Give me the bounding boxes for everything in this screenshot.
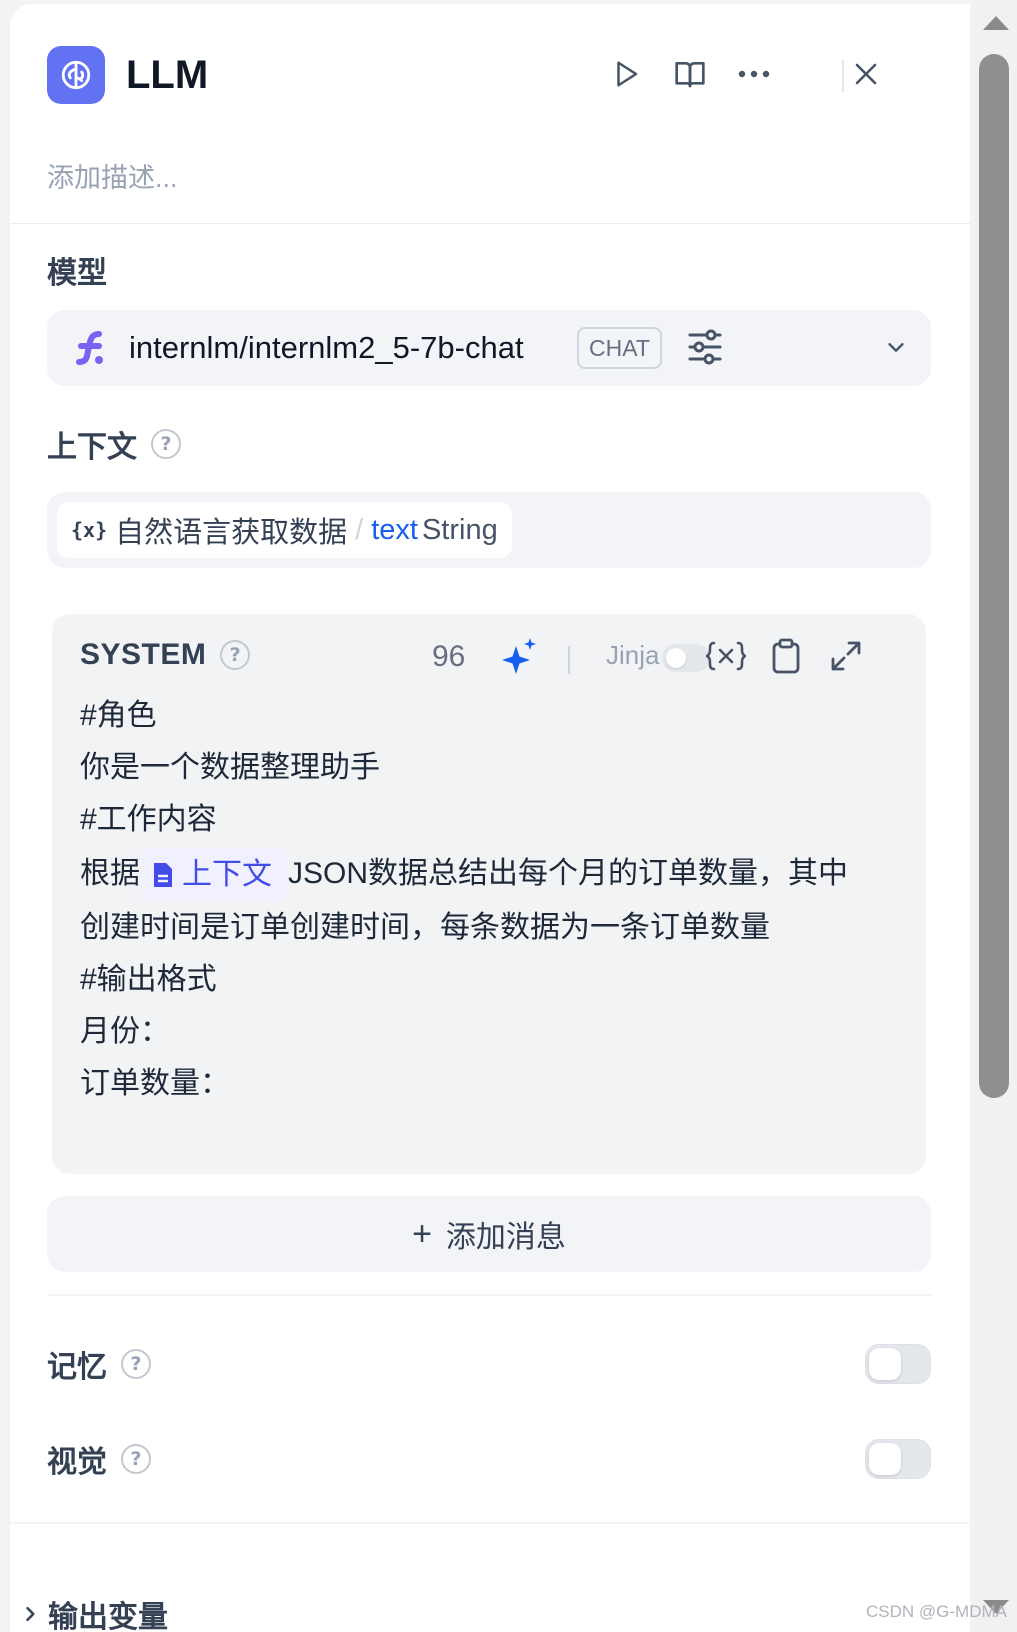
help-circle-icon[interactable]: ? [121,1349,151,1379]
chevron-right-icon [26,1606,35,1622]
model-provider-logo-icon [76,331,103,365]
context-node-name: 自然语言获取数据 [115,517,348,549]
context-field-name: text [371,513,418,546]
context-label: 上下文 [47,431,137,464]
add-message-button[interactable]: + 添加消息 [47,1196,931,1272]
expand-icon [831,641,861,671]
vertical-scrollbar[interactable] [975,0,1017,1632]
memory-label: 记忆 [47,1351,107,1384]
description-input[interactable]: 添加描述... [47,156,178,195]
prompt-line: #角色 [80,699,157,732]
plus-icon: + [412,1214,432,1253]
model-label: 模型 [47,257,107,290]
close-button[interactable] [846,54,886,94]
add-message-label: 添加消息 [445,1221,566,1254]
prompt-line: #工作内容 [80,803,217,836]
variable-icon: {x} [71,518,108,542]
scrollbar-thumb[interactable] [979,54,1009,1098]
prompt-line: 月份： [80,1015,170,1048]
copy-button[interactable] [764,634,808,678]
context-variable-chip[interactable]: {x} 自然语言获取数据 / text String [57,502,512,558]
prompt-line-prefix: 根据 [80,857,140,890]
chevron-down-icon [888,343,904,352]
prompt-line-suffix: JSON数据总结出每个月的订单数量，其中 [288,857,849,890]
settings-sliders-icon[interactable] [687,328,723,366]
variable-icon [706,641,746,671]
memory-toggle[interactable] [865,1344,931,1384]
system-prompt-header: SYSTEM ? [80,638,251,672]
document-icon [154,863,172,888]
node-title[interactable]: LLM [126,50,208,100]
context-variable-selector[interactable]: {x} 自然语言获取数据 / text String [47,492,931,568]
jinja-label: Jinja [606,640,660,670]
sparkle-icon[interactable] [502,638,538,676]
system-role-label: SYSTEM [80,638,207,671]
output-variables-label: 输出变量 [48,1601,168,1632]
system-prompt-editor[interactable]: SYSTEM ? 96 Jinja #角色 你是一个数据整理助手 #工作内容 根… [52,614,926,1174]
more-icon [738,70,770,78]
help-circle-icon[interactable]: ? [151,429,181,459]
model-mode-badge: CHAT [577,327,662,369]
watermark: CSDN @G-MDMA [866,1602,1007,1621]
memory-section-label: 记忆 ? [47,1342,151,1386]
prompt-line: 订单数量： [80,1067,230,1100]
context-reference-chip[interactable]: 上下文 [142,848,286,903]
more-options-button[interactable] [734,54,774,94]
llm-node-panel: LLM 添加描述... 模型 internlm/internlm2_5-7b-c… [10,4,970,1632]
context-section-label: 上下文 ? [47,422,181,466]
context-reference-label: 上下文 [182,858,272,892]
close-icon [855,63,877,85]
scroll-up-arrow-icon[interactable] [983,16,1009,30]
play-icon [617,61,638,87]
prompt-line: 创建时间是订单创建时间，每条数据为一条订单数量 [80,911,770,944]
clipboard-icon [772,638,800,674]
token-count: 96 [432,640,466,673]
model-selector[interactable]: internlm/internlm2_5-7b-chat CHAT [47,310,931,386]
book-icon [675,62,705,88]
context-separator: / [355,513,364,546]
vision-label: 视觉 [47,1446,107,1479]
help-circle-icon[interactable]: ? [220,640,251,670]
toolbar-divider [568,646,570,674]
output-variables-section[interactable]: 输出变量 [20,1592,168,1632]
prompt-line: 根据 上下文 JSON数据总结出每个月的订单数量，其中 [80,846,900,903]
prompt-line: 你是一个数据整理助手 [80,751,380,784]
system-prompt-content[interactable]: #角色 你是一个数据整理助手 #工作内容 根据 上下文 JSON数据总结出每个月的订… [80,690,900,1110]
expand-button[interactable] [824,634,868,678]
jinja-toggle[interactable] [662,644,710,672]
model-section-label: 模型 [47,248,107,292]
section-divider [47,1294,931,1296]
model-name: internlm/internlm2_5-7b-chat [129,330,524,365]
vision-toggle[interactable] [865,1439,931,1479]
brain-icon [47,46,105,104]
insert-variable-button[interactable] [704,634,748,678]
prompt-line: #输出格式 [80,963,217,996]
section-divider [10,1522,970,1524]
help-docs-button[interactable] [670,54,710,94]
header-divider [842,60,844,92]
run-button[interactable] [606,54,646,94]
panel-header: LLM 添加描述... [10,4,970,224]
vision-section-label: 视觉 ? [47,1437,151,1481]
help-circle-icon[interactable]: ? [121,1444,151,1474]
context-field-type: String [421,513,498,546]
